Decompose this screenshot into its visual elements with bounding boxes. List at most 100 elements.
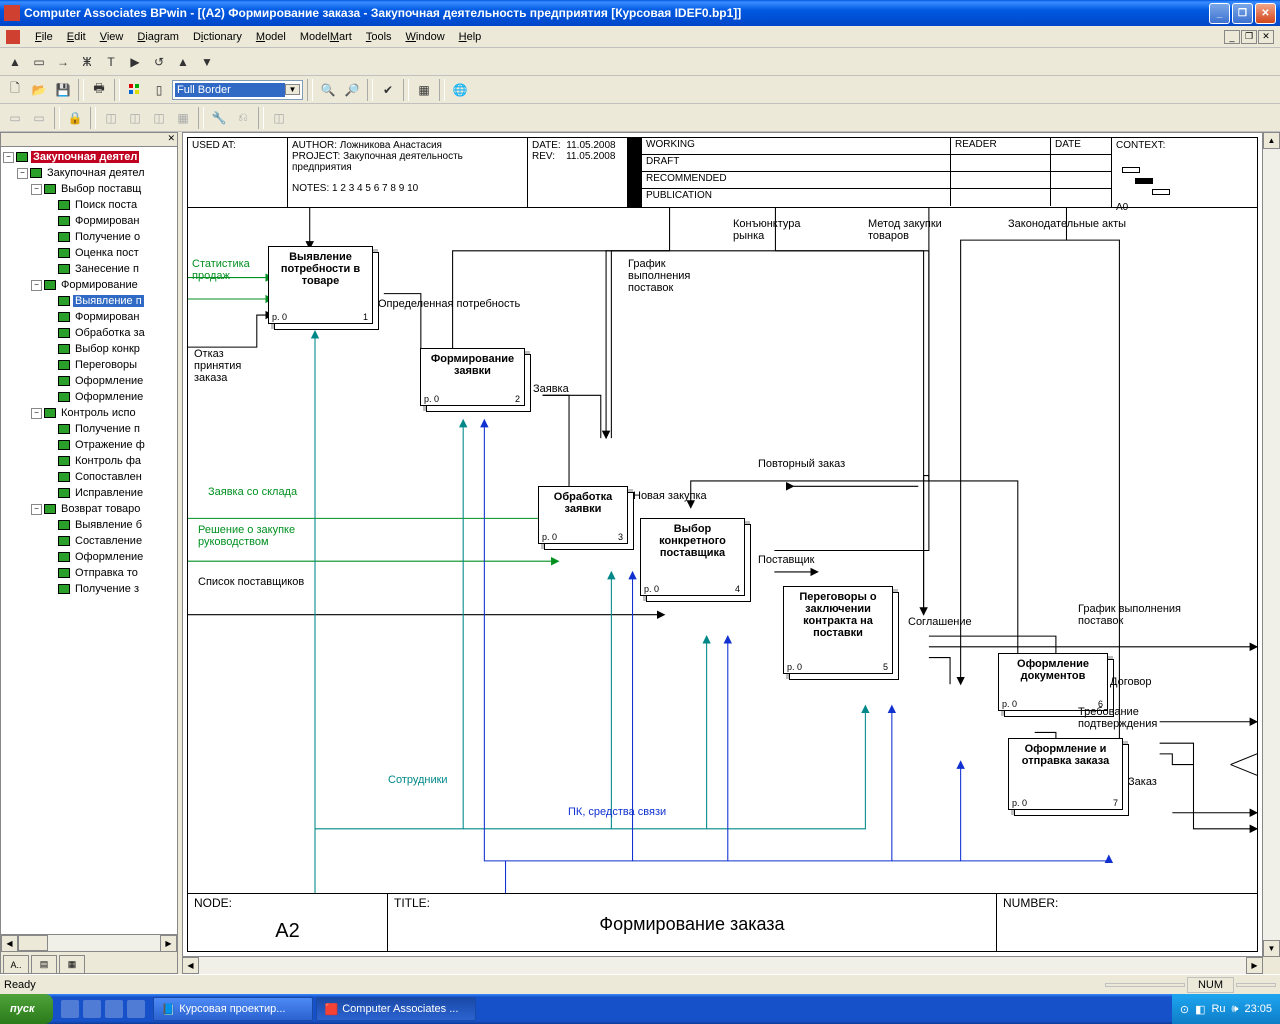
menu-diagram[interactable]: Diagram xyxy=(130,29,186,45)
tree-node[interactable]: Оформление xyxy=(73,375,145,387)
tree-node[interactable]: Выбор конкр xyxy=(73,343,142,355)
tree-node[interactable]: Составление xyxy=(73,535,144,547)
tray-icon[interactable]: ⊙ xyxy=(1180,1003,1189,1016)
menu-tools[interactable]: Tools xyxy=(359,29,399,45)
ql-icon[interactable] xyxy=(127,1000,145,1018)
diagram-manager-tool[interactable]: ▶ xyxy=(124,51,146,73)
scroll-left-icon[interactable]: ◀ xyxy=(1,935,18,952)
tree-node[interactable]: Занесение п xyxy=(73,263,141,275)
open-button[interactable]: 📂 xyxy=(28,79,50,101)
model-tree[interactable]: −Закупочная деятел −Закупочная деятел −В… xyxy=(1,147,177,934)
mdi-close-button[interactable]: ✕ xyxy=(1258,30,1274,44)
tree-node[interactable]: Формирован xyxy=(73,215,141,227)
tree-node-selected[interactable]: Выявление п xyxy=(73,295,144,307)
ql-icon[interactable] xyxy=(105,1000,123,1018)
spellcheck-button[interactable]: ✔ xyxy=(377,79,399,101)
zoom-combo[interactable]: ▼ xyxy=(172,80,303,100)
tree-node[interactable]: Выявление б xyxy=(73,519,144,531)
menu-help[interactable]: Help xyxy=(452,29,489,45)
tree-node[interactable]: Контроль испо xyxy=(59,407,138,419)
ql-icon[interactable] xyxy=(61,1000,79,1018)
menu-edit[interactable]: Edit xyxy=(60,29,93,45)
tree-node[interactable]: Отправка то xyxy=(73,567,140,579)
diagram-body[interactable]: Выявление потребности в товаре p. 01 Фор… xyxy=(188,208,1257,893)
canvas-hscroll[interactable]: ◀ ▶ xyxy=(182,957,1263,974)
tree-node[interactable]: Исправление xyxy=(73,487,145,499)
activity-tool[interactable]: ▭ xyxy=(28,51,50,73)
minimize-button[interactable]: _ xyxy=(1209,3,1230,24)
report-button[interactable] xyxy=(124,79,146,101)
menu-modelmart[interactable]: ModelMart xyxy=(293,29,359,45)
panel-close-button[interactable]: ✕ xyxy=(1,133,177,147)
tree-node[interactable]: Получение о xyxy=(73,231,142,243)
pointer-tool[interactable]: ▲ xyxy=(4,51,26,73)
new-button[interactable]: 🗋 xyxy=(4,79,26,101)
activity-box-3[interactable]: Обработка заявки p. 03 xyxy=(538,486,628,544)
menu-dictionary[interactable]: Dictionary xyxy=(186,29,249,45)
arrow-tool[interactable]: → xyxy=(52,51,74,73)
activity-box-7[interactable]: Оформление и отправка заказа p. 07 xyxy=(1008,738,1123,810)
tree-node[interactable]: Оценка пост xyxy=(73,247,141,259)
scroll-left-icon[interactable]: ◀ xyxy=(182,957,199,974)
tab-objects[interactable]: ▦ xyxy=(59,955,85,973)
refresh-tool[interactable]: ↺ xyxy=(148,51,170,73)
activity-box-1[interactable]: Выявление потребности в товаре p. 01 xyxy=(268,246,373,324)
tree-node[interactable]: Возврат товаро xyxy=(59,503,142,515)
tree-node[interactable]: Отражение ф xyxy=(73,439,147,451)
maximize-button[interactable]: ❐ xyxy=(1232,3,1253,24)
activity-box-6[interactable]: Оформление документов p. 06 xyxy=(998,653,1108,711)
print-button[interactable]: 🖶 xyxy=(88,79,110,101)
up-tool[interactable]: ▲ xyxy=(172,51,194,73)
down-tool[interactable]: ▼ xyxy=(196,51,218,73)
canvas-vscroll[interactable]: ▲ ▼ xyxy=(1263,132,1280,957)
activity-box-4[interactable]: Выбор конкретного поставщика p. 04 xyxy=(640,518,745,596)
tree-node[interactable]: Закупочная деятел xyxy=(45,167,147,179)
tree-node[interactable]: Выбор поставщ xyxy=(59,183,143,195)
zoom-out-button[interactable]: 🔎 xyxy=(341,79,363,101)
tab-activities[interactable]: A.. xyxy=(3,955,29,973)
save-button[interactable]: 💾 xyxy=(52,79,74,101)
tree-node[interactable]: Переговоры xyxy=(73,359,139,371)
menu-model[interactable]: Model xyxy=(249,29,293,45)
menu-file[interactable]: File xyxy=(28,29,60,45)
mdi-minimize-button[interactable]: _ xyxy=(1224,30,1240,44)
model-explorer-button[interactable]: ▯ xyxy=(148,79,170,101)
menu-view[interactable]: View xyxy=(93,29,131,45)
mm-btn7[interactable]: 🔧 xyxy=(208,107,230,129)
scroll-down-icon[interactable]: ▼ xyxy=(1263,940,1280,957)
tree-node[interactable]: Поиск поста xyxy=(73,199,139,211)
taskbar-item[interactable]: 📘 Курсовая проектир... xyxy=(153,997,313,1021)
mdi-restore-button[interactable]: ❐ xyxy=(1241,30,1257,44)
tree-node[interactable]: Оформление xyxy=(73,551,145,563)
ql-icon[interactable] xyxy=(83,1000,101,1018)
tab-diagrams[interactable]: ▤ xyxy=(31,955,57,973)
text-tool[interactable]: T xyxy=(100,51,122,73)
scroll-thumb[interactable] xyxy=(18,935,48,951)
world-button[interactable]: 🌐 xyxy=(449,79,471,101)
zoom-in-button[interactable]: 🔍 xyxy=(317,79,339,101)
diagram-canvas[interactable]: USED AT: AUTHOR: Ложникова Анастасия PRO… xyxy=(182,132,1263,957)
activity-box-2[interactable]: Формирование заявки p. 02 xyxy=(420,348,525,406)
tree-node[interactable]: Получение п xyxy=(73,423,142,435)
modelmart-button[interactable]: ▦ xyxy=(413,79,435,101)
tree-node[interactable]: Формирование xyxy=(59,279,140,291)
dropdown-icon[interactable]: ▼ xyxy=(285,84,300,95)
tray-clock[interactable]: 23:05 xyxy=(1244,1003,1272,1015)
scroll-up-icon[interactable]: ▲ xyxy=(1263,132,1280,149)
tree-node[interactable]: Контроль фа xyxy=(73,455,143,467)
tree-hscroll[interactable]: ◀ ▶ xyxy=(1,934,177,951)
tray-icon[interactable]: ◧ xyxy=(1195,1003,1205,1016)
tray-icon[interactable]: 🕪 xyxy=(1232,1003,1239,1016)
close-button[interactable]: ✕ xyxy=(1255,3,1276,24)
tree-node[interactable]: Сопоставлен xyxy=(73,471,144,483)
tree-node[interactable]: Формирован xyxy=(73,311,141,323)
tree-node[interactable]: Получение з xyxy=(73,583,141,595)
scroll-right-icon[interactable]: ▶ xyxy=(1246,957,1263,974)
activity-box-5[interactable]: Переговоры о заключении контракта на пос… xyxy=(783,586,893,674)
start-button[interactable]: пуск xyxy=(0,994,53,1024)
zoom-input[interactable] xyxy=(175,83,285,97)
tree-node[interactable]: Обработка за xyxy=(73,327,147,339)
tree-node[interactable]: Оформление xyxy=(73,391,145,403)
taskbar-item-active[interactable]: 🟥 Computer Associates ... xyxy=(316,997,476,1021)
tray-lang[interactable]: Ru xyxy=(1211,1003,1225,1015)
